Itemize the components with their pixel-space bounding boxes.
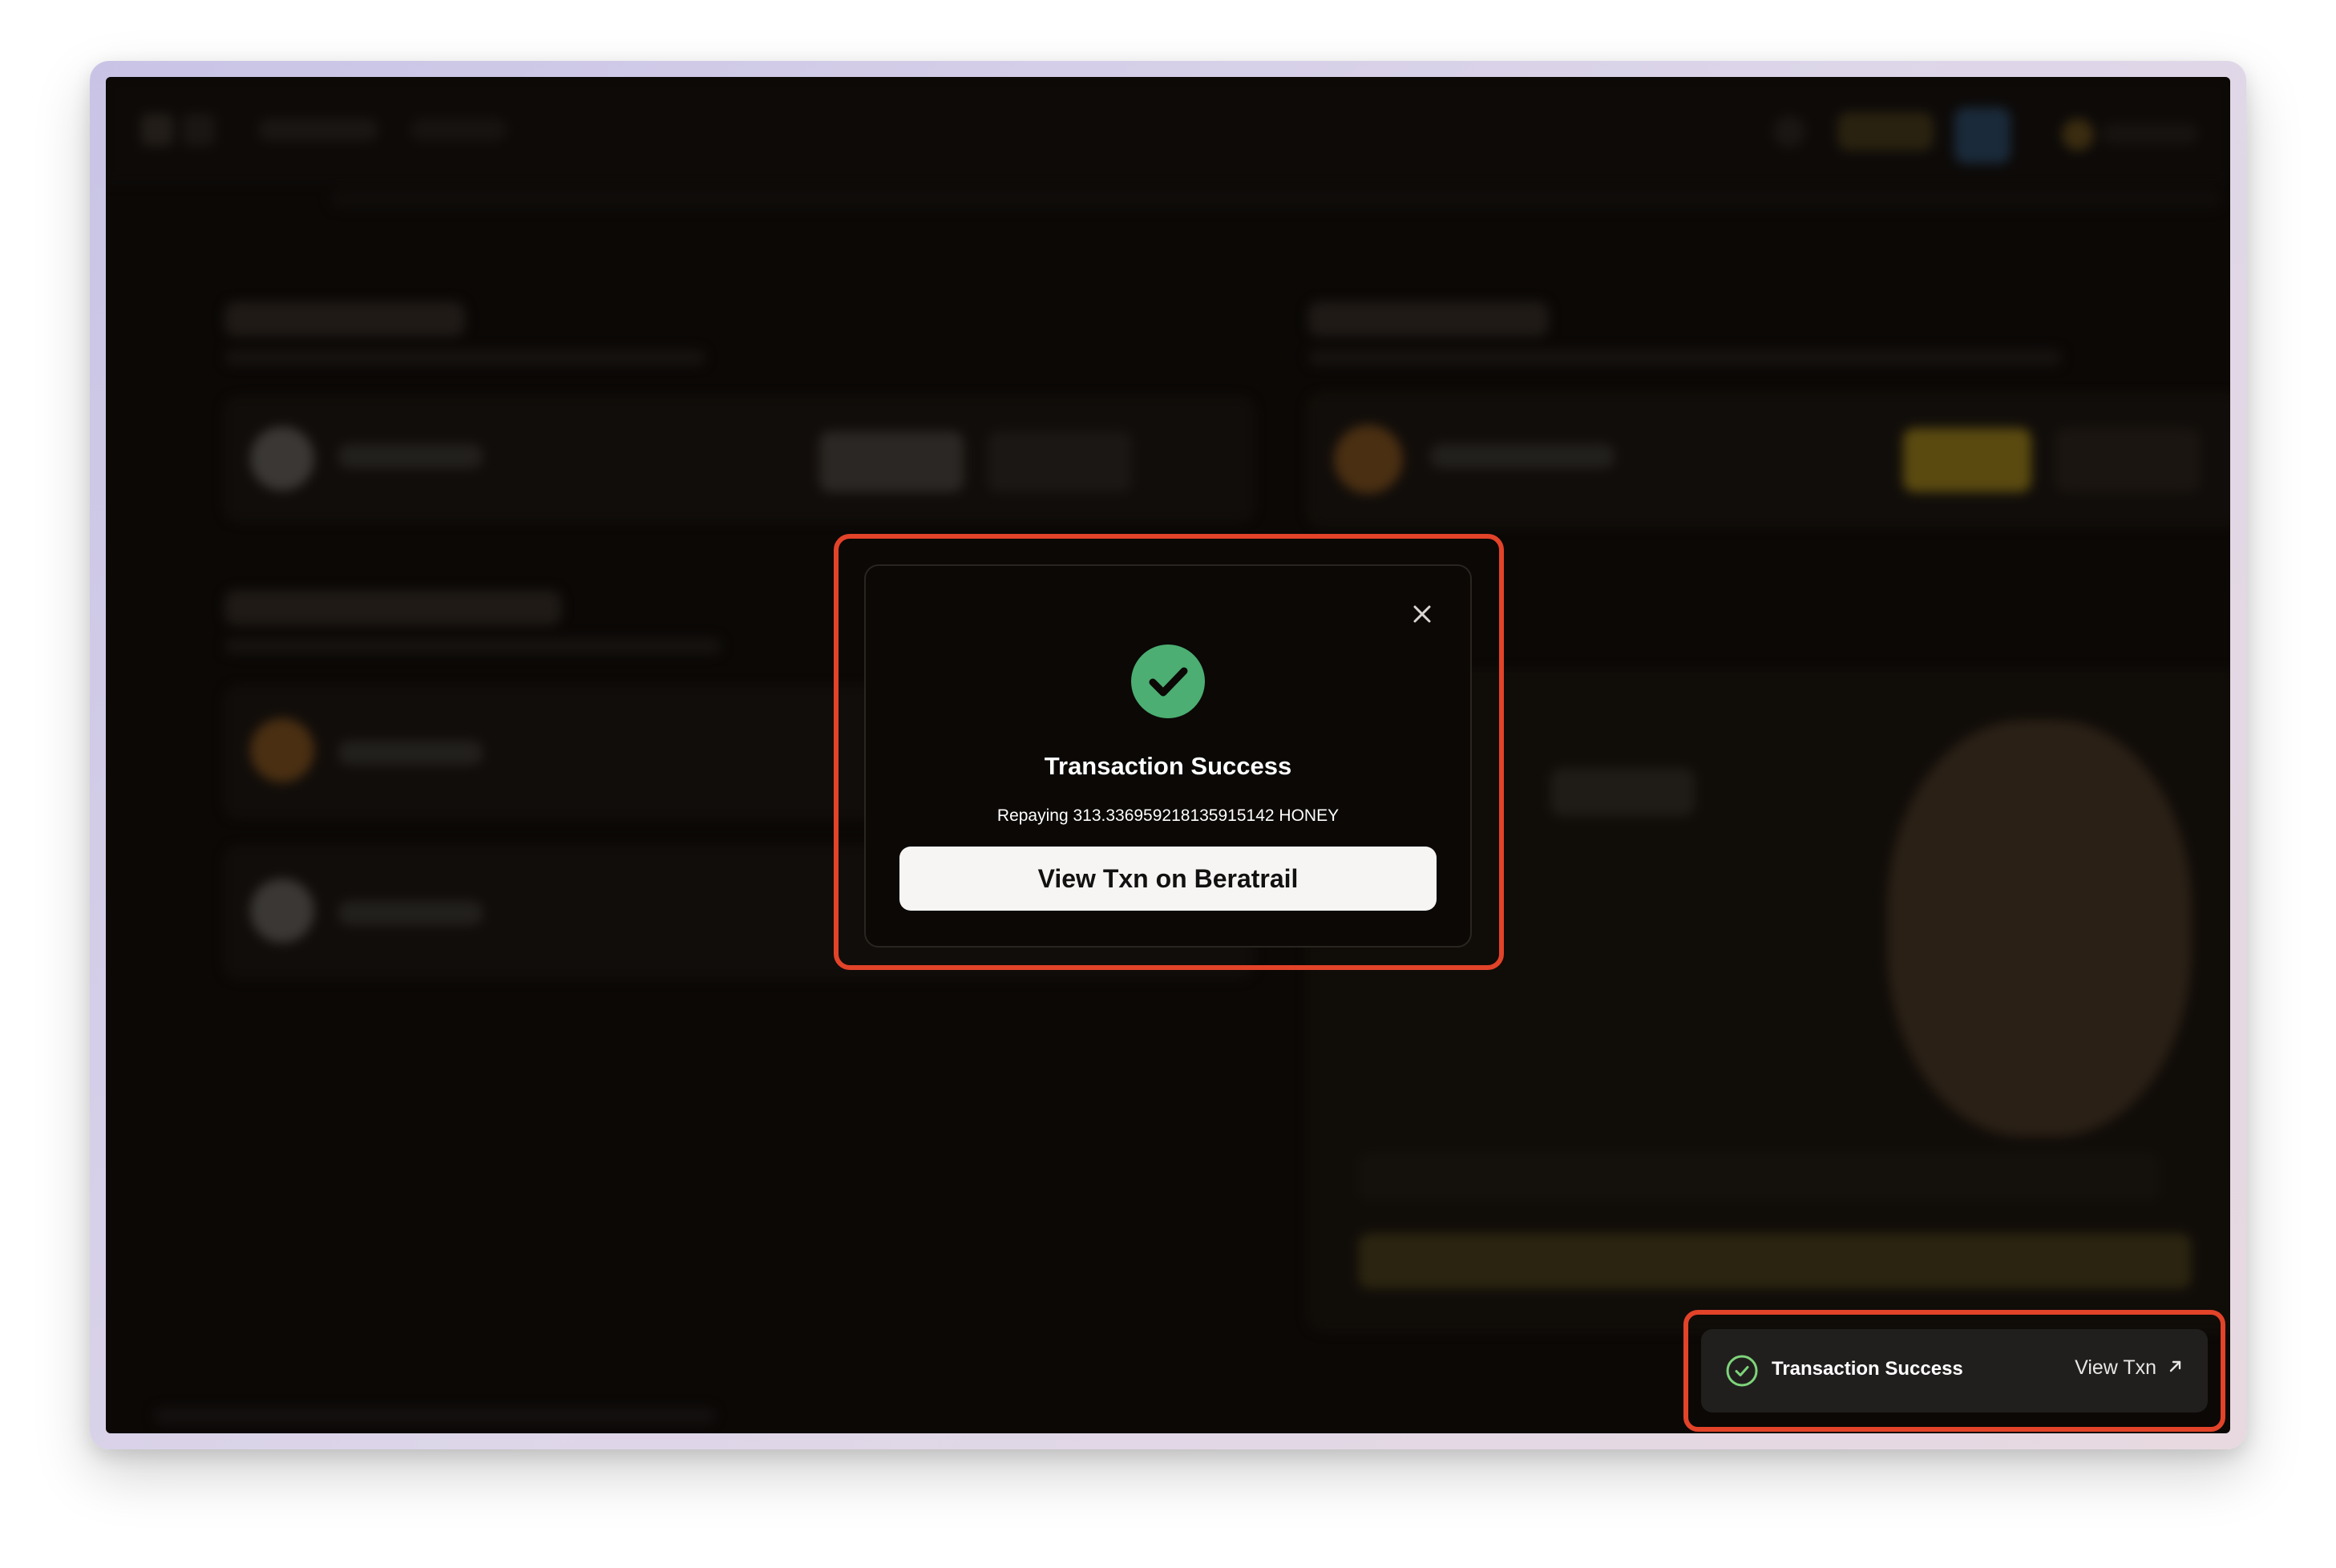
check-circle-icon	[1131, 645, 1205, 718]
available-heading	[224, 590, 561, 625]
top-navigation-bar	[106, 77, 2230, 208]
footer-text	[154, 1408, 715, 1424]
arrow-up-right-icon	[2168, 1356, 2184, 1380]
stats-row	[330, 189, 2222, 208]
close-icon[interactable]	[1408, 600, 1437, 628]
modal-message: Repaying 313.336959218135915142 HONEY	[996, 806, 1340, 825]
view-txn-beratrail-button[interactable]: View Txn on Beratrail	[899, 847, 1437, 911]
wallet-icon	[2062, 119, 2094, 151]
available-subtext	[224, 638, 721, 654]
nav-item	[258, 119, 378, 141]
supply-heading	[1308, 301, 1549, 337]
view-txn-link[interactable]: View Txn	[2075, 1356, 2184, 1380]
deposits-heading	[224, 301, 465, 337]
nav-item	[410, 119, 507, 141]
deposit-card	[224, 398, 1254, 521]
view-txn-label: View Txn	[2075, 1356, 2156, 1379]
transaction-success-toast: Transaction Success View Txn	[1701, 1329, 2208, 1412]
menu-icon	[183, 114, 215, 146]
logo-icon	[141, 114, 173, 146]
avatar	[1954, 107, 2011, 164]
check-circle-outline-icon	[1725, 1354, 1759, 1388]
supply-subtext	[1308, 350, 2062, 366]
supply-card	[1308, 394, 2230, 526]
deposits-subtext	[224, 350, 705, 366]
toast-title: Transaction Success	[1772, 1358, 1963, 1380]
gas-icon	[1773, 115, 1805, 148]
faucet-button	[1837, 112, 1934, 151]
wallet-address	[2102, 123, 2198, 144]
modal-title: Transaction Success	[1044, 752, 1292, 780]
transaction-success-modal: Transaction Success Repaying 313.3369592…	[864, 564, 1472, 948]
